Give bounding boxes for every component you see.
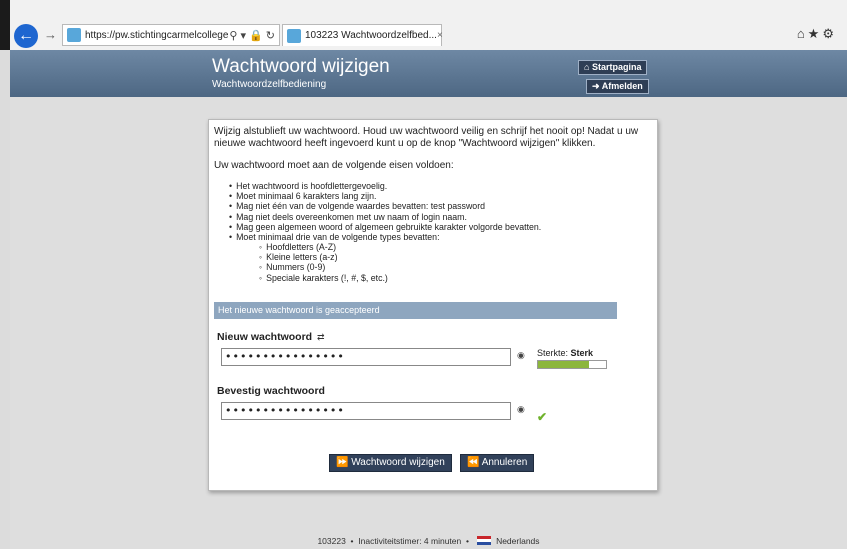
rule-item: Mag geen algemeen woord of algemeen gebr… (229, 222, 541, 232)
accepted-banner: Het nieuwe wachtwoord is geaccepteerd (214, 302, 617, 319)
tab-favicon-icon (287, 28, 301, 43)
confirm-password-label: Bevestig wachtwoord (217, 385, 325, 397)
strength-value: Sterk (570, 348, 594, 358)
page-body: Wijzig alstublieft uw wachtwoord. Houd u… (10, 97, 847, 549)
address-bar[interactable]: https://pw.stichtingcarmelcollege.nl/ ⚲ … (62, 24, 280, 46)
window-edge (0, 0, 10, 50)
rule-item: Mag niet deels overeenkomen met uw naam … (229, 212, 541, 222)
password-card: Wijzig alstublieft uw wachtwoord. Houd u… (208, 119, 658, 491)
strength-label: Sterkte: (537, 348, 569, 358)
double-arrow-right-icon: ⏩ (336, 457, 349, 468)
strength-indicator: Sterkte: Sterk (537, 348, 593, 358)
address-url: https://pw.stichtingcarmelcollege.nl/ (85, 29, 230, 41)
rules-list: Het wachtwoord is hoofdlettergevoelig. M… (229, 181, 541, 242)
site-favicon-icon (67, 28, 81, 42)
types-list: Hoofdletters (A-Z) Kleine letters (a-z) … (259, 242, 388, 283)
type-item: Speciale karakters (!, #, $, etc.) (259, 273, 388, 283)
page-subtitle: Wachtwoordzelfbediening (212, 79, 327, 90)
forward-button[interactable]: → (44, 27, 57, 42)
change-password-button[interactable]: ⏩ Wachtwoord wijzigen (329, 454, 452, 472)
change-password-label: Wachtwoord wijzigen (351, 457, 445, 468)
eye-icon[interactable]: ◉ (517, 350, 525, 361)
cancel-label: Annuleren (481, 457, 528, 468)
type-item: Kleine letters (a-z) (259, 252, 388, 262)
confirm-password-input[interactable]: •••••••••••••••• (221, 402, 511, 420)
home-icon: ⌂ (584, 62, 590, 72)
new-password-label: Nieuw wachtwoord (217, 331, 313, 343)
new-password-input[interactable]: •••••••••••••••• (221, 348, 511, 366)
generate-password-icon[interactable]: ⇄ (317, 332, 325, 343)
intro-text: Wijzig alstublieft uw wachtwoord. Houd u… (214, 126, 639, 149)
rule-item: Mag niet één van de volgende waardes bev… (229, 201, 541, 211)
type-item: Hoofdletters (A-Z) (259, 242, 388, 252)
search-lock-refresh-icons[interactable]: ⚲ ▾ 🔒 ↻ (229, 29, 279, 42)
inactivity-timer: Inactiviteitstimer: 4 minuten (358, 536, 462, 546)
afmelden-button[interactable]: ➜ Afmelden (586, 79, 649, 94)
type-item: Nummers (0-9) (259, 262, 388, 272)
eye-icon[interactable]: ◉ (517, 404, 525, 415)
home-star-gear-icons[interactable]: ⌂★⚙ (797, 26, 837, 42)
cancel-button[interactable]: ⏪ Annuleren (460, 454, 535, 472)
rule-item: Moet minimaal drie van de volgende types… (229, 232, 541, 242)
tab-close-icon[interactable]: × (437, 30, 448, 41)
browser-chrome: ← → https://pw.stichtingcarmelcollege.nl… (0, 0, 847, 50)
strength-bar-fill (538, 361, 589, 368)
page-title: Wachtwoord wijzigen (212, 56, 390, 77)
rule-item: Het wachtwoord is hoofdlettergevoelig. (229, 181, 541, 191)
checkmark-icon: ✔ (537, 410, 548, 424)
language-link[interactable]: Nederlands (496, 536, 539, 546)
footer-id: 103223 (317, 536, 346, 546)
footer: 103223 • Inactiviteitstimer: 4 minuten •… (317, 536, 540, 546)
double-arrow-left-icon: ⏪ (467, 457, 480, 468)
startpagina-button[interactable]: ⌂ Startpagina (578, 60, 648, 75)
browser-tab[interactable]: 103223 Wachtwoordzelfbed... × (282, 24, 443, 46)
rule-item: Moet minimaal 6 karakters lang zijn. (229, 191, 541, 201)
logout-icon: ➜ (592, 81, 600, 91)
back-button[interactable]: ← (14, 24, 38, 48)
requirements-title: Uw wachtwoord moet aan de volgende eisen… (214, 160, 454, 171)
dutch-flag-icon[interactable] (476, 536, 491, 545)
afmelden-label: Afmelden (601, 81, 643, 91)
strength-bar (537, 360, 607, 369)
startpagina-label: Startpagina (591, 62, 642, 72)
app-header: Wachtwoord wijzigen Wachtwoordzelfbedien… (10, 50, 847, 97)
tab-title: 103223 Wachtwoordzelfbed... (305, 30, 437, 41)
